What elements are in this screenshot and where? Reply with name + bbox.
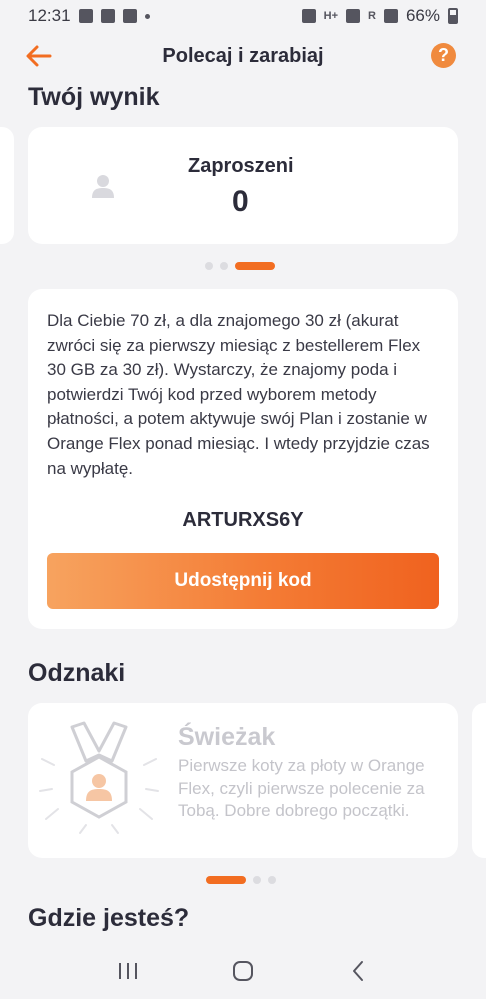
signal-icon-2 — [383, 9, 398, 23]
battery-percentage: 66% — [405, 6, 440, 25]
battery-icon — [448, 8, 458, 24]
invited-count-card[interactable]: Zaproszeni 0 — [28, 127, 458, 244]
roaming-label: R — [368, 10, 376, 22]
help-icon[interactable]: ? — [431, 43, 456, 68]
more-notifications-icon — [144, 13, 150, 19]
page-title: Polecaj i zarabiaj — [162, 44, 324, 67]
mail-icon — [100, 9, 115, 23]
previous-card-peek[interactable] — [0, 127, 14, 244]
badges-section-title: Odznaki — [28, 659, 126, 687]
system-nav-bar — [0, 943, 486, 999]
score-pager — [205, 262, 275, 270]
help-symbol: ? — [438, 45, 449, 65]
mute-icon — [301, 9, 316, 23]
next-badge-peek[interactable] — [472, 703, 486, 858]
badges-pager — [206, 876, 276, 884]
person-icon — [92, 175, 114, 198]
invited-count: 0 — [232, 185, 249, 218]
share-code-button[interactable]: Udostępnij kod — [47, 553, 439, 609]
recent-apps-icon[interactable] — [108, 951, 148, 991]
back-arrow-icon[interactable] — [24, 42, 54, 70]
app-header: Polecaj i zarabiaj ? — [0, 36, 486, 76]
badge-description: Pierwsze koty za płoty w Orange Flex, cz… — [178, 756, 425, 820]
home-icon[interactable] — [223, 951, 263, 991]
status-bar: 12:31 H+ R 66% — [0, 0, 486, 32]
share-code-button-label: Udostępnij kod — [174, 570, 312, 591]
badge-card[interactable]: Świeżak Pierwsze koty za płoty w Orange … — [28, 703, 458, 858]
pager-dot[interactable] — [205, 262, 213, 270]
referral-info-card: Dla Ciebie 70 zł, a dla znajomego 30 zł … — [28, 289, 458, 629]
pager-dot[interactable] — [253, 876, 261, 884]
badge-name: Świeżak — [178, 723, 276, 751]
back-nav-icon[interactable] — [338, 951, 378, 991]
pager-dot-active[interactable] — [206, 876, 246, 884]
network-type-label: H+ — [323, 10, 339, 22]
pager-dot[interactable] — [268, 876, 276, 884]
referral-code: ARTURXS6Y — [182, 509, 304, 531]
medal-icon — [39, 721, 159, 834]
pager-dot-active[interactable] — [235, 262, 275, 270]
signal-icon — [346, 9, 361, 23]
score-section-title: Twój wynik — [28, 83, 160, 111]
status-time: 12:31 — [28, 6, 71, 25]
pager-dot[interactable] — [220, 262, 228, 270]
referral-description: Dla Ciebie 70 zł, a dla znajomego 30 zł … — [47, 311, 430, 478]
notification-icon — [122, 9, 137, 23]
location-section-title: Gdzie jesteś? — [28, 904, 190, 932]
gallery-icon — [78, 9, 93, 23]
invited-label: Zaproszeni — [188, 155, 294, 177]
